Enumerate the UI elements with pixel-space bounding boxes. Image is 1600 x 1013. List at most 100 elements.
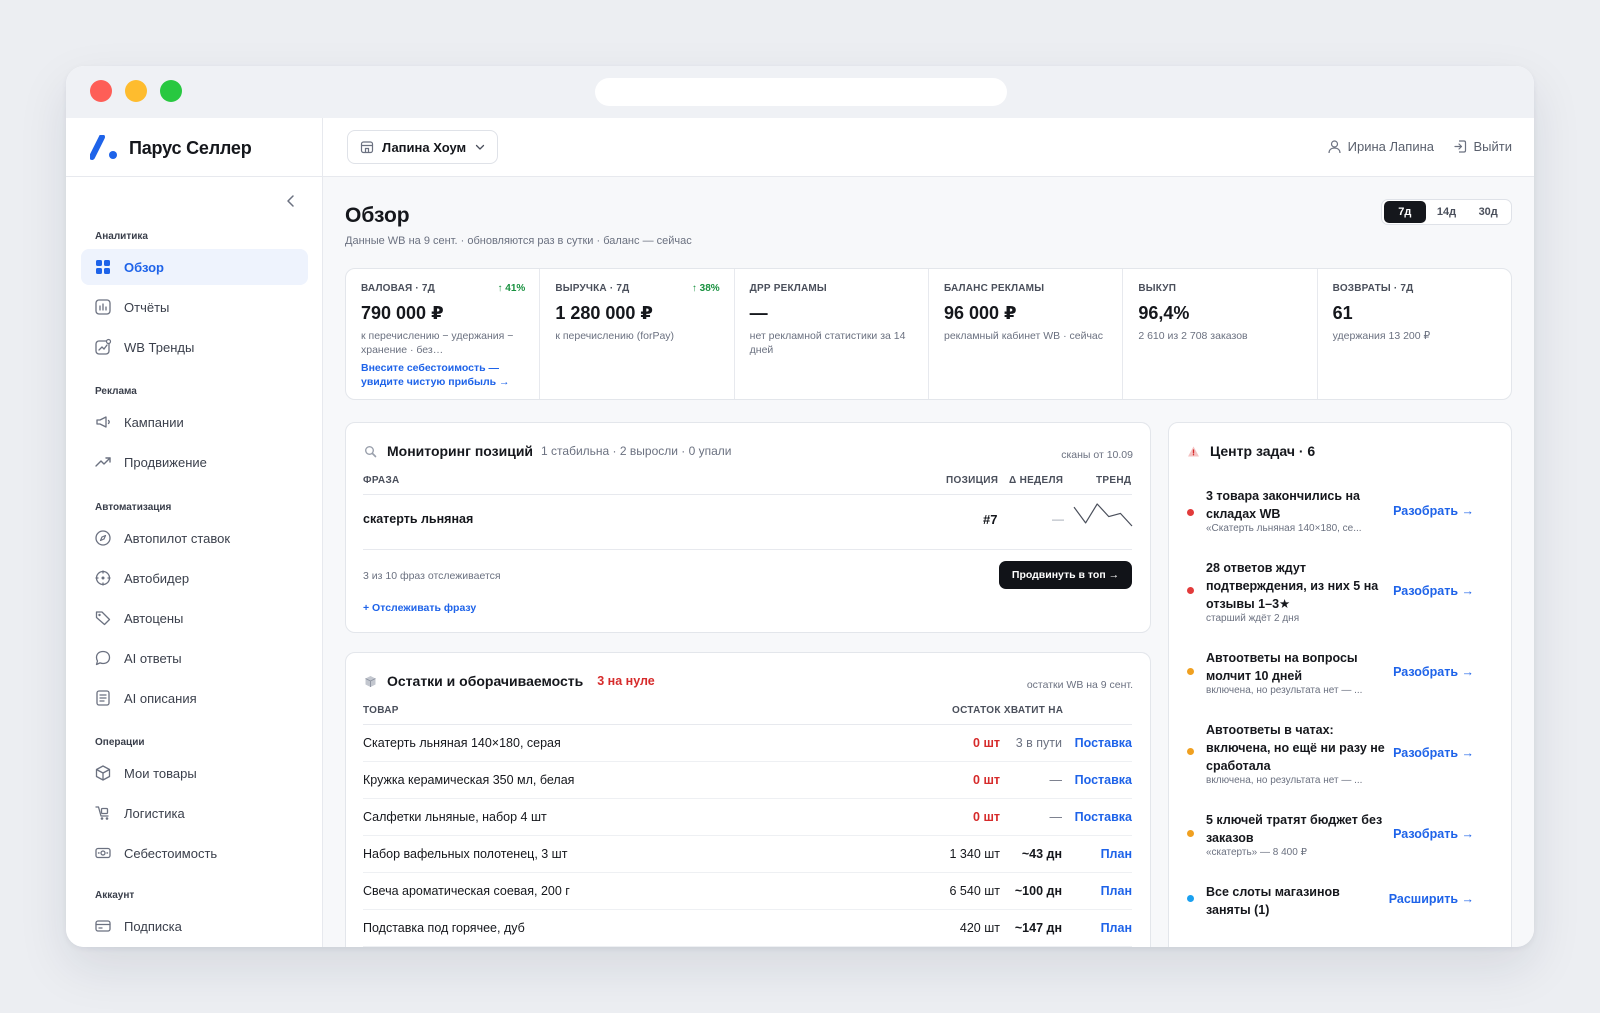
table-row[interactable]: скатерть льняная #7 — [363,494,1133,549]
kpi-note: к перечислению (forPay) [555,330,675,342]
task-action-button[interactable]: Разобрать → [1393,827,1474,841]
table-row[interactable]: Набор вафельных полотенец, 3 шт 1 340 шт… [363,836,1132,873]
minimize-window-button[interactable] [125,80,147,102]
col-product: ТОВАР [363,705,399,716]
task-item[interactable]: 5 ключей тратят бюджет без заказов «скат… [1186,811,1476,861]
user-icon [1328,140,1341,154]
plan-link[interactable]: План [1101,847,1132,861]
task-action-button[interactable]: Расширить → [1389,892,1474,906]
sidebar-item-autoprices[interactable]: Автоцены [81,600,308,636]
sidebar-item-label: Себестоимость [124,845,218,861]
user-profile[interactable]: Ирина Лапина [1327,139,1434,154]
tag-icon [94,609,112,627]
page-title: Обзор [345,204,410,227]
task-action-button[interactable]: Разобрать → [1393,504,1474,518]
product-name: Скатерть льняная 140×180, серая [363,736,561,750]
sidebar-item-label: AI описания [124,690,197,706]
task-action-button[interactable]: Разобрать → [1393,665,1474,679]
stock-days: ~43 дн [1021,847,1062,861]
megaphone-icon [94,413,112,431]
period-7d[interactable]: 7д [1384,201,1426,223]
table-row[interactable]: Салфетки льняные, набор 4 шт 0 шт — Пост… [363,799,1132,836]
task-action-button[interactable]: Разобрать → [1393,746,1474,760]
task-item[interactable]: 28 ответов ждут подтверждения, из них 5 … [1186,559,1476,624]
sidebar-item-label: Мои товары [124,765,197,781]
plan-link[interactable]: План [1101,884,1132,898]
kpi-label: ВОЗВРАТЫ · 7Д [1332,283,1414,294]
chart-icon [94,298,112,316]
positions-title-text: Мониторинг позиций [387,443,534,459]
kpi-note: нет рекламной статистики за 14 дней [749,330,906,356]
stock-qty: 0 шт [973,810,1000,824]
sidebar-item-label: Автобидер [124,570,190,586]
sidebar-item-subscription[interactable]: Подписка [81,908,308,944]
stock-days: ~147 дн [1014,921,1062,935]
brand[interactable]: Парус Селлер [66,118,322,177]
task-title: 5 ключей тратят бюджет без заказов [1206,813,1383,845]
logout-button[interactable]: Выйти [1453,139,1512,154]
task-item[interactable]: Автоответы в чатах: включена, но ещё ни … [1186,721,1476,786]
stock-date: остатки WB на 9 сент. [1026,679,1133,691]
supply-link[interactable]: Поставка [1075,773,1132,787]
close-window-button[interactable] [90,80,112,102]
sidebar-item-label: Продвижение [124,454,207,470]
store-selector[interactable]: Лапина Хоум [347,130,498,164]
status-dot [1187,748,1194,755]
task-action-button[interactable]: Разобрать → [1393,584,1474,598]
logo-icon [90,135,117,160]
table-row[interactable]: Кружка керамическая 350 мл, белая 0 шт —… [363,762,1132,799]
sidebar-item-reports[interactable]: Отчёты [81,289,308,325]
title-bar [66,66,1534,118]
stock-qty: 6 540 шт [949,884,1000,898]
stock-card: Остатки и оборачиваемость 3 на нуле оста… [345,652,1151,947]
task-title: Автоответы в чатах: включена, но ещё ни … [1206,723,1385,773]
stock-qty: 0 шт [973,736,1000,750]
positions-scan-date: сканы от 10.09 [1061,449,1133,461]
kpi-ad-balance: БАЛАНС РЕКЛАМЫ 96 000 ₽ рекламный кабине… [929,269,1124,399]
sidebar-item-campaigns[interactable]: Кампании [81,404,308,440]
sidebar-item-ai-replies[interactable]: AI ответы [81,640,308,676]
task-title: Все слоты магазинов заняты (1) [1206,885,1340,917]
sidebar-item-my-products[interactable]: Мои товары [81,755,308,791]
compass-icon [94,529,112,547]
chat-icon [94,649,112,667]
sidebar-item-bid-autopilot[interactable]: Автопилот ставок [81,520,308,556]
period-30d[interactable]: 30д [1467,201,1509,223]
sidebar-item-cost-price[interactable]: Себестоимость [81,835,308,871]
stock-title-text: Остатки и оборачиваемость [387,673,584,689]
sidebar-item-promotion[interactable]: Продвижение [81,444,308,480]
period-14d[interactable]: 14д [1426,201,1468,223]
task-item[interactable]: 3 товара закончились на складах WB «Скат… [1186,487,1476,537]
kpi-returns: ВОЗВРАТЫ · 7Д 61 удержания 13 200 ₽ [1318,269,1511,399]
supply-link[interactable]: Поставка [1075,736,1132,750]
table-row[interactable]: Подставка под горячее, дуб 420 шт ~147 д… [363,910,1132,947]
task-item[interactable]: Автоответы на вопросы молчит 10 дней вкл… [1186,649,1476,699]
stock-title: Остатки и оборачиваемость 3 на нуле [364,673,655,689]
table-row[interactable]: Скатерть льняная 140×180, серая 0 шт 3 в… [363,725,1132,762]
sidebar-item-wb-trends[interactable]: WB Тренды [81,329,308,365]
target-icon [94,569,112,587]
kpi-note: 2 610 из 2 708 заказов [1138,330,1248,342]
sidebar-item-label: Логистика [124,805,185,821]
plan-link[interactable]: План [1101,921,1132,935]
task-item[interactable]: Все слоты магазинов заняты (1) Расширить… [1186,883,1476,923]
status-dot [1187,509,1194,516]
sidebar-item-overview[interactable]: Обзор [81,249,308,285]
stock-days: — [1049,810,1063,824]
sidebar-item-logistics[interactable]: Логистика [81,795,308,831]
task-subtitle: включена, но результата нет — ... [1206,685,1363,696]
promote-to-top-button[interactable]: Продвинуть в топ → [999,561,1132,589]
kpi-value: 96,4% [1138,303,1190,323]
sidebar-item-ai-descriptions[interactable]: AI описания [81,680,308,716]
enter-cost-link[interactable]: Внесите себестоимость — увидите чистую п… [361,361,524,389]
collapse-sidebar-icon[interactable] [284,194,298,208]
table-row[interactable]: Свеча ароматическая соевая, 200 г 6 540 … [363,873,1132,910]
address-bar[interactable] [595,78,1007,106]
kpi-note: удержания 13 200 ₽ [1332,330,1431,342]
sidebar-item-autobidder[interactable]: Автобидер [81,560,308,596]
supply-link[interactable]: Поставка [1075,810,1132,824]
position-value: #7 [983,512,998,527]
kpi-buyout: ВЫКУП 96,4% 2 610 из 2 708 заказов [1123,269,1318,399]
track-phrase-link[interactable]: + Отслеживать фразу [363,602,476,614]
maximize-window-button[interactable] [160,80,182,102]
